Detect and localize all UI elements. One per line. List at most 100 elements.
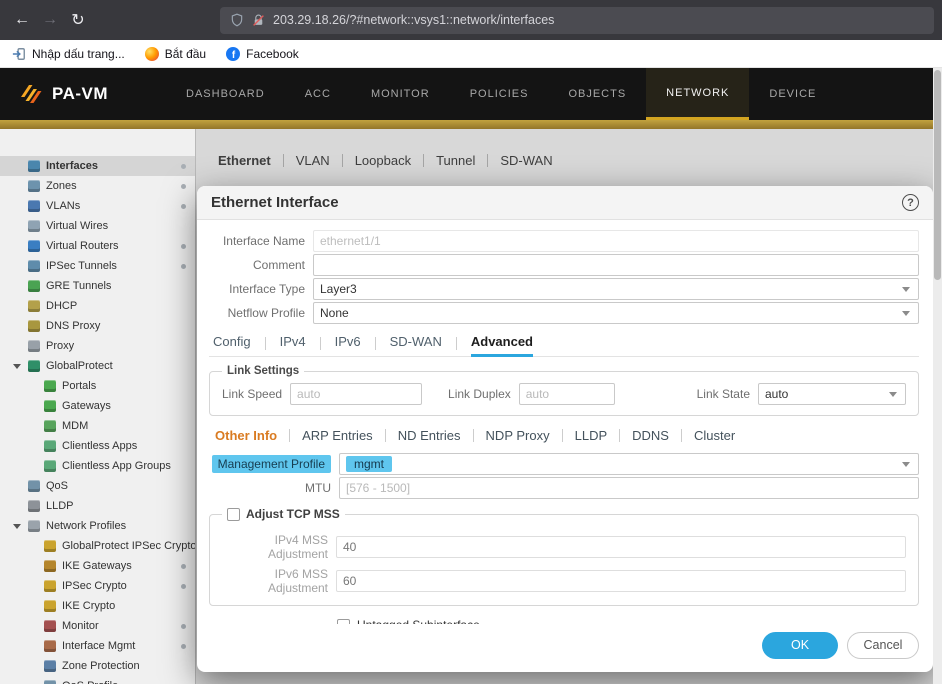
sidebar-item-monitor[interactable]: Monitor: [0, 616, 195, 636]
tab-ipv6[interactable]: IPv6: [335, 330, 361, 357]
sidebar-item-ipsec-crypto[interactable]: IPSec Crypto: [0, 576, 195, 596]
content-tab-tunnel[interactable]: Tunnel: [436, 153, 475, 168]
network-profiles-icon: [28, 520, 40, 532]
collapse-icon[interactable]: [13, 364, 21, 369]
ike-crypto-icon: [44, 600, 56, 612]
cancel-button[interactable]: Cancel: [847, 632, 919, 659]
sidebar-item-gateways[interactable]: Gateways: [0, 396, 195, 416]
nav-monitor[interactable]: MONITOR: [351, 68, 450, 120]
browser-toolbar: ← → ↻ 203.29.18.26/?#network::vsys1::net…: [0, 0, 942, 40]
link-speed-field[interactable]: [290, 383, 422, 405]
ethernet-interface-dialog: Ethernet Interface ? Interface Name Comm…: [197, 186, 933, 672]
sidebar-item-network-profiles[interactable]: Network Profiles: [0, 516, 195, 536]
nav-objects[interactable]: OBJECTS: [548, 68, 646, 120]
sidebar-item-clientless-app-groups[interactable]: Clientless App Groups: [0, 456, 195, 476]
interface-type-select[interactable]: Layer3: [313, 278, 919, 300]
sidebar-item-lldp[interactable]: LLDP: [0, 496, 195, 516]
subtab-arp-entries[interactable]: ARP Entries: [302, 428, 373, 443]
subtab-other-info[interactable]: Other Info: [215, 428, 277, 443]
content-tab-ethernet[interactable]: Ethernet: [218, 153, 271, 168]
back-button[interactable]: ←: [8, 6, 36, 34]
scrollbar-thumb[interactable]: [934, 70, 941, 280]
sidebar-item-qos-profile[interactable]: QoS Profile: [0, 676, 195, 684]
sidebar-item-interface-mgmt[interactable]: Interface Mgmt: [0, 636, 195, 656]
sidebar-item-dns-proxy[interactable]: DNS Proxy: [0, 316, 195, 336]
content-tab-sdwan[interactable]: SD-WAN: [500, 153, 552, 168]
sidebar-item-dhcp[interactable]: DHCP: [0, 296, 195, 316]
nav-device[interactable]: DEVICE: [749, 68, 836, 120]
url-text: 203.29.18.26/?#network::vsys1::network/i…: [273, 13, 554, 27]
comment-field[interactable]: [313, 254, 919, 276]
chevron-down-icon: [902, 287, 910, 292]
qos-profile-icon: [44, 680, 56, 684]
reload-button[interactable]: ↻: [64, 6, 92, 34]
management-profile-select[interactable]: mgmt: [339, 453, 919, 475]
subtab-lldp[interactable]: LLDP: [575, 428, 608, 443]
link-state-select[interactable]: auto: [758, 383, 906, 405]
dialog-body: Interface Name Comment Interface Type La…: [197, 220, 933, 624]
content-tab-vlan[interactable]: VLAN: [296, 153, 330, 168]
url-bar[interactable]: 203.29.18.26/?#network::vsys1::network/i…: [220, 7, 934, 34]
dhcp-icon: [28, 300, 40, 312]
sidebar-item-mdm[interactable]: MDM: [0, 416, 195, 436]
collapse-icon[interactable]: [13, 524, 21, 529]
tab-ipv4[interactable]: IPv4: [280, 330, 306, 357]
adjust-tcp-mss-checkbox[interactable]: [227, 508, 240, 521]
dialog-header: Ethernet Interface ?: [197, 186, 933, 220]
link-state-label: Link State: [697, 387, 750, 401]
tracking-shield-icon[interactable]: [230, 13, 244, 27]
ipv4-mss-field[interactable]: [336, 536, 906, 558]
subtab-cluster[interactable]: Cluster: [694, 428, 735, 443]
ipv6-mss-field[interactable]: [336, 570, 906, 592]
interface-type-tabs: Ethernet VLAN Loopback Tunnel SD-WAN: [218, 153, 933, 168]
subtab-ddns[interactable]: DDNS: [632, 428, 669, 443]
vertical-scrollbar[interactable]: [933, 68, 942, 684]
sidebar-item-clientless-apps[interactable]: Clientless Apps: [0, 436, 195, 456]
sidebar-item-portals[interactable]: Portals: [0, 376, 195, 396]
nav-dashboard[interactable]: DASHBOARD: [166, 68, 285, 120]
netflow-profile-select[interactable]: None: [313, 302, 919, 324]
brand: PA-VM: [0, 68, 126, 120]
sidebar-item-interfaces[interactable]: Interfaces: [0, 156, 195, 176]
sidebar-item-qos[interactable]: QoS: [0, 476, 195, 496]
bookmark-firefox-start[interactable]: Bắt đầu: [145, 47, 206, 61]
advanced-subtabs: Other Info ARP Entries ND Entries NDP Pr…: [209, 428, 919, 443]
sidebar-item-virtual-routers[interactable]: Virtual Routers: [0, 236, 195, 256]
sidebar-item-ike-crypto[interactable]: IKE Crypto: [0, 596, 195, 616]
mtu-field[interactable]: [339, 477, 919, 499]
bookmarks-bar: Nhập dấu trang... Bắt đầu f Facebook: [0, 40, 942, 68]
sidebar-item-ike-gateways[interactable]: IKE Gateways: [0, 556, 195, 576]
dialog-tabs: Config IPv4 IPv6 SD-WAN Advanced: [209, 330, 919, 357]
nav-acc[interactable]: ACC: [285, 68, 351, 120]
content-tab-loopback[interactable]: Loopback: [355, 153, 411, 168]
sidebar-item-proxy[interactable]: Proxy: [0, 336, 195, 356]
sidebar-item-gp-ipsec-crypto[interactable]: GlobalProtect IPSec Crypto: [0, 536, 195, 556]
tab-advanced[interactable]: Advanced: [471, 330, 533, 357]
insecure-lock-icon[interactable]: [252, 14, 265, 27]
nav-network[interactable]: NETWORK: [646, 68, 749, 120]
tab-config[interactable]: Config: [213, 330, 251, 357]
sidebar-item-vlans[interactable]: VLANs: [0, 196, 195, 216]
sidebar-item-gre-tunnels[interactable]: GRE Tunnels: [0, 276, 195, 296]
sidebar-item-globalprotect[interactable]: GlobalProtect: [0, 356, 195, 376]
clientless-apps-icon: [44, 440, 56, 452]
dns-proxy-icon: [28, 320, 40, 332]
tab-sdwan[interactable]: SD-WAN: [390, 330, 442, 357]
interfaces-icon: [28, 160, 40, 172]
sidebar-item-zones[interactable]: Zones: [0, 176, 195, 196]
forward-button[interactable]: →: [36, 6, 64, 34]
subtab-ndp-proxy[interactable]: NDP Proxy: [486, 428, 550, 443]
subtab-nd-entries[interactable]: ND Entries: [398, 428, 461, 443]
sidebar-item-ipsec-tunnels[interactable]: IPSec Tunnels: [0, 256, 195, 276]
ok-button[interactable]: OK: [762, 632, 838, 659]
nav-policies[interactable]: POLICIES: [450, 68, 549, 120]
sidebar-item-virtual-wires[interactable]: Virtual Wires: [0, 216, 195, 236]
link-duplex-field[interactable]: [519, 383, 615, 405]
sidebar-item-zone-protection[interactable]: Zone Protection: [0, 656, 195, 676]
bookmark-facebook[interactable]: f Facebook: [226, 47, 299, 61]
bookmark-import[interactable]: Nhập dấu trang...: [12, 47, 125, 61]
link-duplex-label: Link Duplex: [448, 387, 511, 401]
ipv6-mss-label: IPv6 MSS Adjustment: [222, 567, 328, 595]
management-profile-value: mgmt: [346, 456, 392, 472]
help-icon[interactable]: ?: [902, 194, 919, 211]
